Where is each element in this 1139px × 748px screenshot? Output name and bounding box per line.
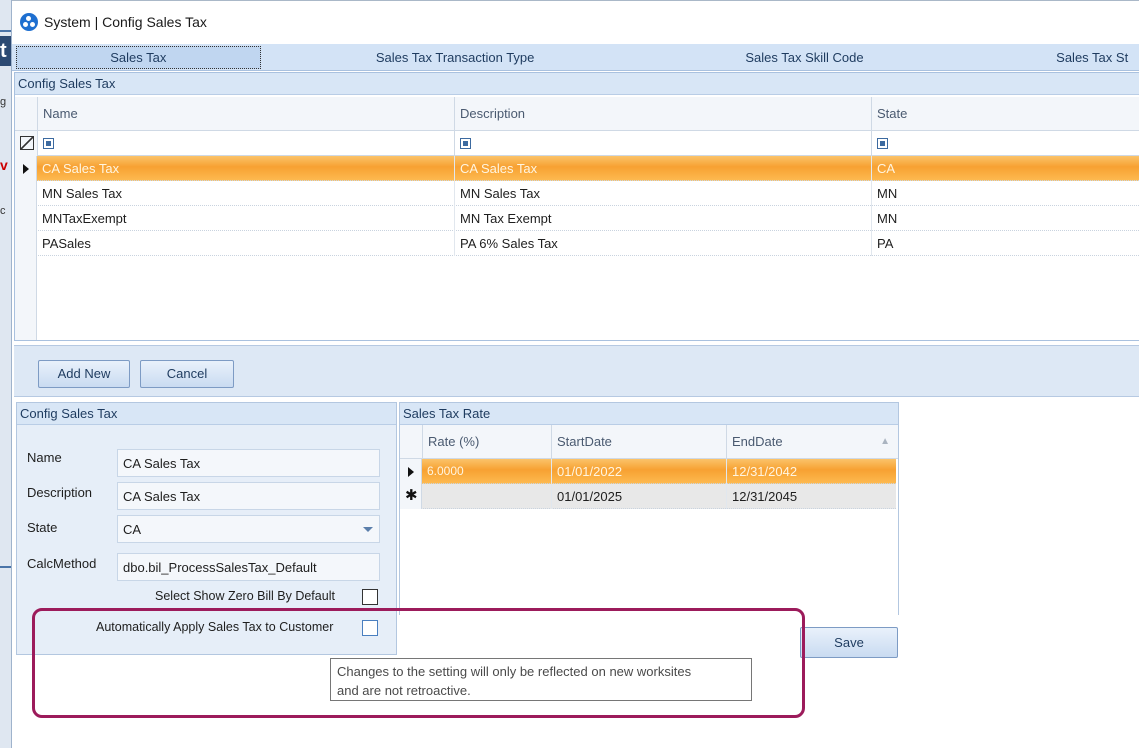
add-new-button[interactable]: Add New xyxy=(38,360,130,388)
column-header-rate[interactable]: Rate (%) xyxy=(422,425,551,459)
state-label: State xyxy=(27,520,58,535)
background-text: c xyxy=(0,205,6,217)
current-row-arrow-icon xyxy=(408,467,414,477)
cell-rate[interactable] xyxy=(422,484,551,509)
divider xyxy=(0,30,11,32)
background-text: v xyxy=(0,157,8,173)
title-bar[interactable]: System | Config Sales Tax xyxy=(12,1,1139,43)
column-header-name[interactable]: Name xyxy=(37,97,454,131)
cancel-button[interactable]: Cancel xyxy=(140,360,234,388)
window-title: System | Config Sales Tax xyxy=(44,14,207,30)
cell-end-date[interactable]: 12/31/2042 xyxy=(726,459,896,484)
cell-rate[interactable]: 6.0000 xyxy=(422,459,551,484)
background-text: t xyxy=(0,36,11,66)
rate-row[interactable]: 6.0000 01/01/2022 12/31/2042 xyxy=(400,459,896,484)
divider xyxy=(0,566,11,568)
filter-cell-name[interactable] xyxy=(37,131,454,156)
row-indicator-header xyxy=(400,425,422,459)
tab-sales-tax-skill-code[interactable]: Sales Tax Skill Code xyxy=(650,44,959,71)
config-sales-tax-window: System | Config Sales Tax Sales Tax Sale… xyxy=(12,0,1139,748)
end-date-header-label: EndDate xyxy=(732,434,783,449)
column-header-description[interactable]: Description xyxy=(454,97,871,131)
calc-method-label: CalcMethod xyxy=(27,556,97,571)
filter-cell-state[interactable] xyxy=(871,131,1139,156)
cell-description[interactable]: MN Sales Tax xyxy=(454,181,871,206)
filter-cell-description[interactable] xyxy=(454,131,871,156)
filter-condition-icon[interactable] xyxy=(460,138,471,149)
row-indicator xyxy=(15,231,37,256)
zero-bill-label: Select Show Zero Bill By Default xyxy=(155,589,335,603)
cell-state[interactable]: MN xyxy=(871,206,1139,231)
background-text: g xyxy=(0,96,7,108)
tab-bar: Sales Tax Sales Tax Transaction Type Sal… xyxy=(12,44,1139,71)
cell-description[interactable]: MN Tax Exempt xyxy=(454,206,871,231)
filter-condition-icon[interactable] xyxy=(877,138,888,149)
cell-name[interactable]: CA Sales Tax xyxy=(37,156,454,181)
zero-bill-checkbox[interactable] xyxy=(362,589,378,605)
rate-grid: Rate (%) StartDate EndDate ▲ 6.0000 01/0… xyxy=(400,425,898,617)
current-row-arrow-icon xyxy=(23,164,29,174)
row-indicator xyxy=(15,181,37,206)
grid-group-caption: Config Sales Tax xyxy=(15,73,1139,95)
chevron-down-icon[interactable] xyxy=(363,527,373,532)
background-window-strip: t g v c xyxy=(0,0,12,748)
cell-name[interactable]: PASales xyxy=(37,231,454,256)
state-dropdown-value: CA xyxy=(123,522,142,537)
app-logo-icon xyxy=(20,13,38,31)
description-label: Description xyxy=(27,485,93,500)
filter-row xyxy=(15,131,1139,156)
column-header-start-date[interactable]: StartDate xyxy=(551,425,726,459)
table-row[interactable]: PASales PA 6% Sales Tax PA xyxy=(15,231,1139,256)
form-panel-caption: Config Sales Tax xyxy=(17,403,396,425)
column-header-state[interactable]: State xyxy=(871,97,1139,131)
cell-end-date[interactable]: 12/31/2045 xyxy=(726,484,896,509)
name-label: Name xyxy=(27,450,62,465)
rate-panel-caption: Sales Tax Rate xyxy=(400,403,898,425)
annotation-highlight-box xyxy=(32,608,805,718)
row-indicator xyxy=(15,206,37,231)
description-field[interactable]: CA Sales Tax xyxy=(117,482,380,510)
cell-name[interactable]: MNTaxExempt xyxy=(37,206,454,231)
cell-name[interactable]: MN Sales Tax xyxy=(37,181,454,206)
filter-indicator xyxy=(15,131,37,156)
cell-start-date[interactable]: 01/01/2025 xyxy=(551,484,726,509)
sales-tax-rate-panel: Sales Tax Rate Rate (%) StartDate EndDat… xyxy=(399,402,899,617)
tab-sales-tax-st[interactable]: Sales Tax St xyxy=(959,44,1139,71)
row-indicator-header xyxy=(15,97,37,131)
new-rate-row[interactable]: ✱ 01/01/2025 12/31/2045 xyxy=(400,484,896,509)
cell-start-date[interactable]: 01/01/2022 xyxy=(551,459,726,484)
table-row[interactable]: MN Sales Tax MN Sales Tax MN xyxy=(15,181,1139,206)
table-row[interactable]: CA Sales Tax CA Sales Tax CA xyxy=(15,156,1139,181)
tab-sales-tax-transaction-type[interactable]: Sales Tax Transaction Type xyxy=(261,44,650,71)
row-indicator xyxy=(15,156,37,181)
cell-description[interactable]: CA Sales Tax xyxy=(454,156,871,181)
action-button-bar: Add New Cancel xyxy=(14,345,1139,397)
table-row[interactable]: MNTaxExempt MN Tax Exempt MN xyxy=(15,206,1139,231)
filter-condition-icon[interactable] xyxy=(43,138,54,149)
row-indicator: ✱ xyxy=(400,484,422,509)
cell-state[interactable]: PA xyxy=(871,231,1139,256)
row-indicator-empty xyxy=(15,256,37,340)
tab-sales-tax[interactable]: Sales Tax xyxy=(16,46,261,69)
sales-tax-grid-group: Config Sales Tax Name Description State … xyxy=(14,72,1139,341)
sort-asc-icon: ▲ xyxy=(880,436,890,447)
column-header-end-date[interactable]: EndDate ▲ xyxy=(726,425,898,459)
name-field[interactable]: CA Sales Tax xyxy=(117,449,380,477)
cell-description[interactable]: PA 6% Sales Tax xyxy=(454,231,871,256)
cell-state[interactable]: MN xyxy=(871,181,1139,206)
calc-method-field[interactable]: dbo.bil_ProcessSalesTax_Default xyxy=(117,553,380,581)
cell-state[interactable]: CA xyxy=(871,156,1139,181)
grid-header: Name Description State xyxy=(15,97,1139,131)
save-button[interactable]: Save xyxy=(800,627,898,658)
row-indicator xyxy=(400,459,422,484)
state-dropdown[interactable]: CA xyxy=(117,515,380,543)
new-row-star-icon: ✱ xyxy=(405,487,418,504)
clear-filter-icon[interactable] xyxy=(20,136,34,150)
